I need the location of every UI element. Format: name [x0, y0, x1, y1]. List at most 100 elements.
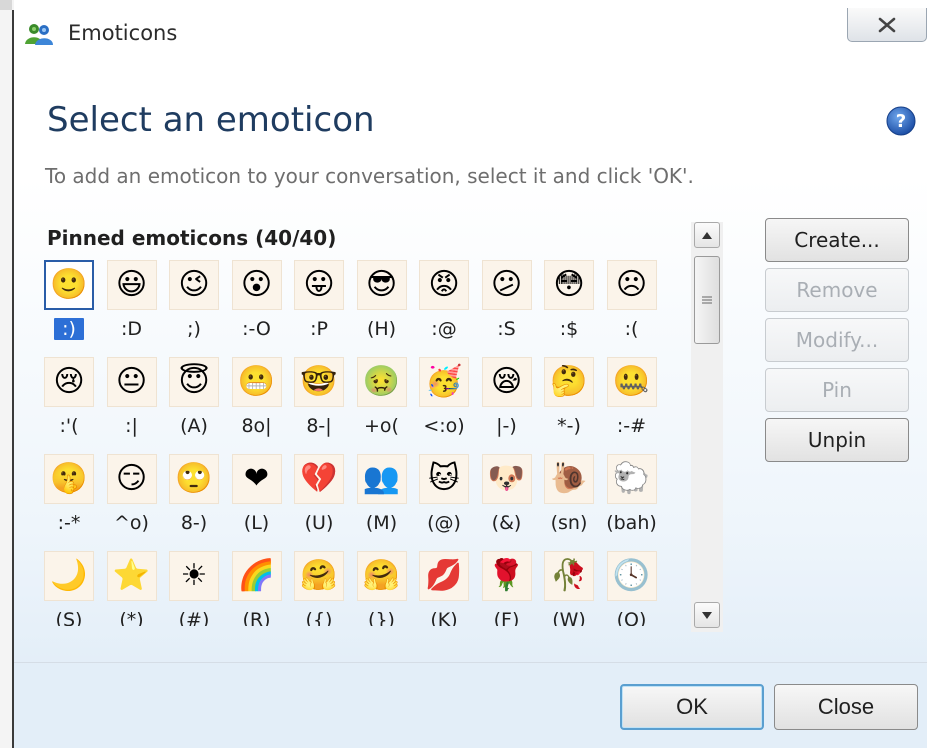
emoticon-item[interactable]: ☹:(	[605, 256, 659, 353]
pin-button[interactable]: Pin	[765, 368, 909, 412]
emoticon-item[interactable]: 🤔 *-)	[542, 353, 596, 450]
emoticon-item[interactable]: 😎 (H)	[355, 256, 409, 353]
emoticon-item[interactable]: 😪 |-)	[480, 353, 534, 450]
emoticon-tile[interactable]: 🤗	[294, 551, 344, 601]
emoticon-item[interactable]: 🌙 (S)	[42, 547, 96, 626]
emoticon-tile[interactable]: ⭐	[106, 551, 157, 601]
emoticon-tile[interactable]: 🤫	[44, 454, 94, 504]
modify-button[interactable]: Modify...	[765, 318, 909, 362]
emoticon-tile[interactable]: 😢	[44, 357, 94, 407]
emoticon-tile[interactable]: 🥀	[544, 551, 594, 601]
emoticon-item[interactable]: 🤗 (})	[355, 547, 409, 626]
emoticon-item[interactable]: 🕓 (O)	[605, 547, 659, 626]
scroll-up-button[interactable]	[694, 222, 720, 248]
sarcastic-icon: 😏	[115, 461, 148, 496]
emoticon-tile[interactable]: 😇	[169, 357, 219, 407]
emoticon-item[interactable]: 😳:$	[542, 256, 596, 353]
emoticon-tile[interactable]: 🤓	[294, 357, 344, 407]
emoticon-item[interactable]: 🤢 +o(	[355, 353, 409, 450]
emoticon-tile[interactable]: 😃	[106, 260, 157, 310]
emoticon-item[interactable]: 🐌 (sn)	[542, 450, 596, 547]
create-button[interactable]: Create...	[765, 218, 909, 262]
emoticon-tile[interactable]: 😎	[356, 260, 407, 310]
emoticon-item[interactable]: ⭐ (*)	[105, 547, 159, 626]
emoticon-tile[interactable]: 🌙	[44, 551, 94, 601]
emoticon-item[interactable]: 😕:S	[480, 256, 534, 353]
close-button[interactable]: Close	[774, 684, 918, 730]
emoticon-item[interactable]: 😡:@	[417, 256, 471, 353]
emoticon-tile[interactable]: 😕	[481, 260, 532, 310]
emoticon-item[interactable]: 😏 ^o)	[105, 450, 159, 547]
scroll-down-button[interactable]	[694, 602, 720, 628]
emoticon-item[interactable]: 🌹 (F)	[480, 547, 534, 626]
emoticons-dialog: Emoticons Select an emoticon ? To add an…	[14, 8, 927, 748]
emoticon-tile[interactable]: 🐶	[481, 454, 532, 504]
emoticon-tile[interactable]: 👥	[356, 454, 407, 504]
emoticon-tile[interactable]: 😪	[481, 357, 532, 407]
emoticon-tile[interactable]: 😐	[106, 357, 157, 407]
emoticon-item[interactable]: 🐶 (&)	[480, 450, 534, 547]
angel-icon: 😇	[178, 364, 210, 399]
pinned-emoticons-label: Pinned emoticons (40/40)	[47, 226, 337, 250]
emoticon-item[interactable]: 🙄 8-)	[167, 450, 221, 547]
emoticon-tile[interactable]: 🙂	[44, 260, 94, 310]
emoticon-item[interactable]: 🤓 8-|	[292, 353, 346, 450]
emoticon-tile[interactable]: 💔	[294, 454, 344, 504]
emoticon-item[interactable]: ☀ (#)	[167, 547, 221, 626]
emoticon-item[interactable]: 😛:P	[292, 256, 346, 353]
emoticon-item[interactable]: 😢:'(	[42, 353, 96, 450]
emoticon-tile[interactable]: 🐌	[544, 454, 594, 504]
emoticon-tile[interactable]: 💋	[419, 551, 469, 601]
emoticon-item[interactable]: 😮 :-O	[230, 256, 284, 353]
emoticon-tile[interactable]: 😉	[169, 260, 219, 310]
scroll-thumb[interactable]	[694, 256, 720, 344]
emoticon-tile[interactable]: 🤗	[356, 551, 407, 601]
emoticon-item[interactable]: 🌈 (R)	[230, 547, 284, 626]
ok-button[interactable]: OK	[620, 684, 764, 730]
emoticon-item[interactable]: 🤗 ({)	[292, 547, 346, 626]
emoticon-tile[interactable]: 😡	[419, 260, 469, 310]
emoticon-item[interactable]: 🥀 (W)	[542, 547, 596, 626]
emoticon-tile[interactable]: 🌈	[231, 551, 282, 601]
emoticon-tile[interactable]: 🙄	[169, 454, 219, 504]
emoticon-item[interactable]: 💋 (K)	[417, 547, 471, 626]
emoticon-tile[interactable]: ❤	[231, 454, 282, 504]
window-close-button[interactable]	[847, 8, 927, 42]
emoticon-item[interactable]: 🐑 (bah)	[605, 450, 659, 547]
emoticon-tile[interactable]: 🐑	[606, 454, 657, 504]
emoticon-item[interactable]: 💔 (U)	[292, 450, 346, 547]
emoticon-item[interactable]: 🤫:-*	[42, 450, 96, 547]
emoticon-item[interactable]: 😬 8o|	[230, 353, 284, 450]
emoticon-item[interactable]: 😉;)	[167, 256, 221, 353]
emoticon-tile[interactable]: 🤢	[356, 357, 407, 407]
unpin-button[interactable]: Unpin	[765, 418, 909, 462]
emoticon-item[interactable]: 🤐:-#	[605, 353, 659, 450]
emoticon-tile[interactable]: 🕓	[606, 551, 657, 601]
emoticon-tile[interactable]: 😬	[231, 357, 282, 407]
emoticon-tile[interactable]: ☹	[606, 260, 657, 310]
emoticon-item[interactable]: 🙂:)	[42, 256, 96, 353]
emoticon-tile[interactable]: 😮	[231, 260, 282, 310]
emoticon-tile[interactable]: 😳	[544, 260, 594, 310]
title-bar: Emoticons	[14, 8, 927, 60]
emoticon-tile[interactable]: 🐱	[419, 454, 469, 504]
question-mark-icon[interactable]: ?	[886, 106, 916, 136]
emoticon-item[interactable]: 😃:D	[105, 256, 159, 353]
emoticon-tile[interactable]: 🤔	[544, 357, 594, 407]
dont-tell-icon: 🤐	[612, 364, 651, 399]
emoticon-tile[interactable]: 😛	[294, 260, 344, 310]
emoticon-tile[interactable]: ☀	[169, 551, 219, 601]
emoticon-item[interactable]: 👥 (M)	[355, 450, 409, 547]
remove-button[interactable]: Remove	[765, 268, 909, 312]
emoticon-tile[interactable]: 🤐	[606, 357, 657, 407]
emoticon-tile[interactable]: 🌹	[481, 551, 532, 601]
emoticon-item[interactable]: 🥳 <:o)	[417, 353, 471, 450]
emoticon-tile[interactable]: 🥳	[419, 357, 469, 407]
emoticon-shortcut: :-O	[242, 318, 271, 340]
emoticon-tile[interactable]: 😏	[106, 454, 157, 504]
emoticon-item[interactable]: 😇 (A)	[167, 353, 221, 450]
grid-scrollbar[interactable]	[691, 222, 723, 632]
emoticon-item[interactable]: 🐱 (@)	[417, 450, 471, 547]
emoticon-item[interactable]: ❤ (L)	[230, 450, 284, 547]
emoticon-item[interactable]: 😐:|	[105, 353, 159, 450]
